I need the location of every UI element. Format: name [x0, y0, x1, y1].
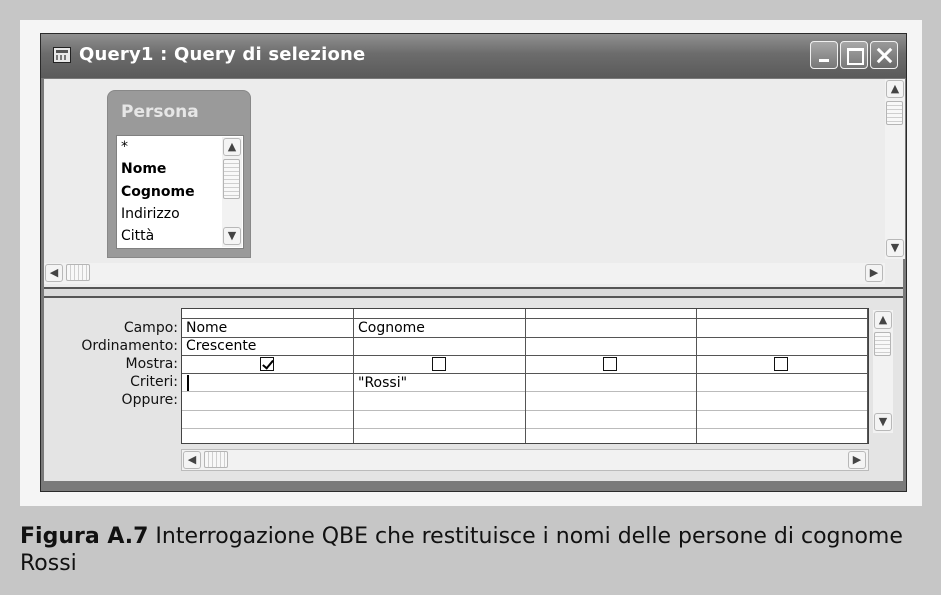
field-item-indirizzo[interactable]: Indirizzo	[121, 206, 180, 222]
table-pane-horizontal-scrollbar[interactable]: ◀ ▶	[44, 263, 885, 284]
scroll-thumb[interactable]	[223, 159, 240, 199]
scroll-up-icon[interactable]: ▲	[874, 311, 892, 329]
grid-cell-criteri-2[interactable]: "Rossi"	[358, 375, 407, 391]
query-window: Query1 : Query di selezione Persona * No…	[40, 33, 907, 492]
scroll-left-icon[interactable]: ◀	[45, 264, 63, 282]
scroll-up-icon[interactable]: ▲	[886, 80, 904, 98]
scroll-thumb[interactable]	[886, 101, 903, 125]
pane-splitter[interactable]	[44, 287, 903, 298]
show-checkbox-1[interactable]	[260, 357, 274, 371]
grid-cell-ordinamento-1[interactable]: Crescente	[186, 338, 256, 354]
field-list-scrollbar[interactable]: ▲ ▼	[222, 137, 242, 247]
show-checkbox-2[interactable]	[432, 357, 446, 371]
scroll-down-icon[interactable]: ▼	[223, 227, 241, 245]
scroll-left-icon[interactable]: ◀	[183, 451, 201, 469]
scroll-up-icon[interactable]: ▲	[223, 138, 241, 156]
field-list[interactable]: * Nome Cognome Indirizzo Città ▲ ▼	[116, 135, 244, 249]
table-pane: Persona * Nome Cognome Indirizzo Città ▲…	[44, 79, 905, 287]
field-item-all[interactable]: *	[121, 139, 128, 155]
figure-frame: Query1 : Query di selezione Persona * No…	[0, 0, 941, 595]
text-caret	[187, 375, 189, 391]
row-label-mostra: Mostra:	[125, 356, 178, 372]
row-label-campo: Campo:	[123, 320, 178, 336]
grid-cell-campo-1[interactable]: Nome	[186, 320, 227, 336]
table-title: Persona	[121, 102, 199, 122]
show-checkbox-4[interactable]	[774, 357, 788, 371]
scroll-thumb[interactable]	[874, 332, 891, 356]
scroll-down-icon[interactable]: ▼	[886, 239, 904, 257]
scroll-down-icon[interactable]: ▼	[874, 413, 892, 431]
design-grid-horizontal-scrollbar[interactable]: ◀ ▶	[181, 449, 869, 471]
design-grid-vertical-scrollbar[interactable]: ▲ ▼	[873, 310, 893, 433]
field-item-nome[interactable]: Nome	[121, 161, 166, 177]
figure-caption-label: Figura A.7	[20, 524, 149, 549]
design-grid-pane: Campo: Ordinamento: Mostra: Criteri: Opp…	[44, 298, 903, 481]
figure-caption-text: Interrogazione QBE che restituisce i nom…	[20, 524, 903, 576]
title-bar[interactable]: Query1 : Query di selezione	[41, 34, 906, 78]
field-item-citta[interactable]: Città	[121, 228, 154, 244]
scroll-thumb[interactable]	[66, 264, 90, 281]
table-pane-vertical-scrollbar[interactable]: ▲ ▼	[885, 79, 905, 259]
row-label-ordinamento: Ordinamento:	[81, 338, 178, 354]
row-label-oppure: Oppure:	[121, 392, 178, 408]
figure-caption: Figura A.7 Interrogazione QBE che restit…	[20, 523, 920, 577]
window-title: Query1 : Query di selezione	[79, 44, 366, 65]
grid-cell-campo-2[interactable]: Cognome	[358, 320, 425, 336]
row-label-criteri: Criteri:	[130, 374, 178, 390]
query-window-icon[interactable]	[53, 47, 71, 63]
close-button[interactable]	[870, 41, 898, 69]
show-checkbox-3[interactable]	[603, 357, 617, 371]
field-item-cognome[interactable]: Cognome	[121, 184, 195, 200]
scroll-right-icon[interactable]: ▶	[865, 264, 883, 282]
design-grid[interactable]: Nome Cognome Crescente "Rossi"	[181, 308, 869, 444]
scroll-right-icon[interactable]: ▶	[848, 451, 866, 469]
table-field-list-persona[interactable]: Persona * Nome Cognome Indirizzo Città ▲…	[107, 90, 251, 258]
minimize-button[interactable]	[810, 41, 838, 69]
scroll-thumb[interactable]	[204, 451, 228, 468]
maximize-button[interactable]	[840, 41, 868, 69]
